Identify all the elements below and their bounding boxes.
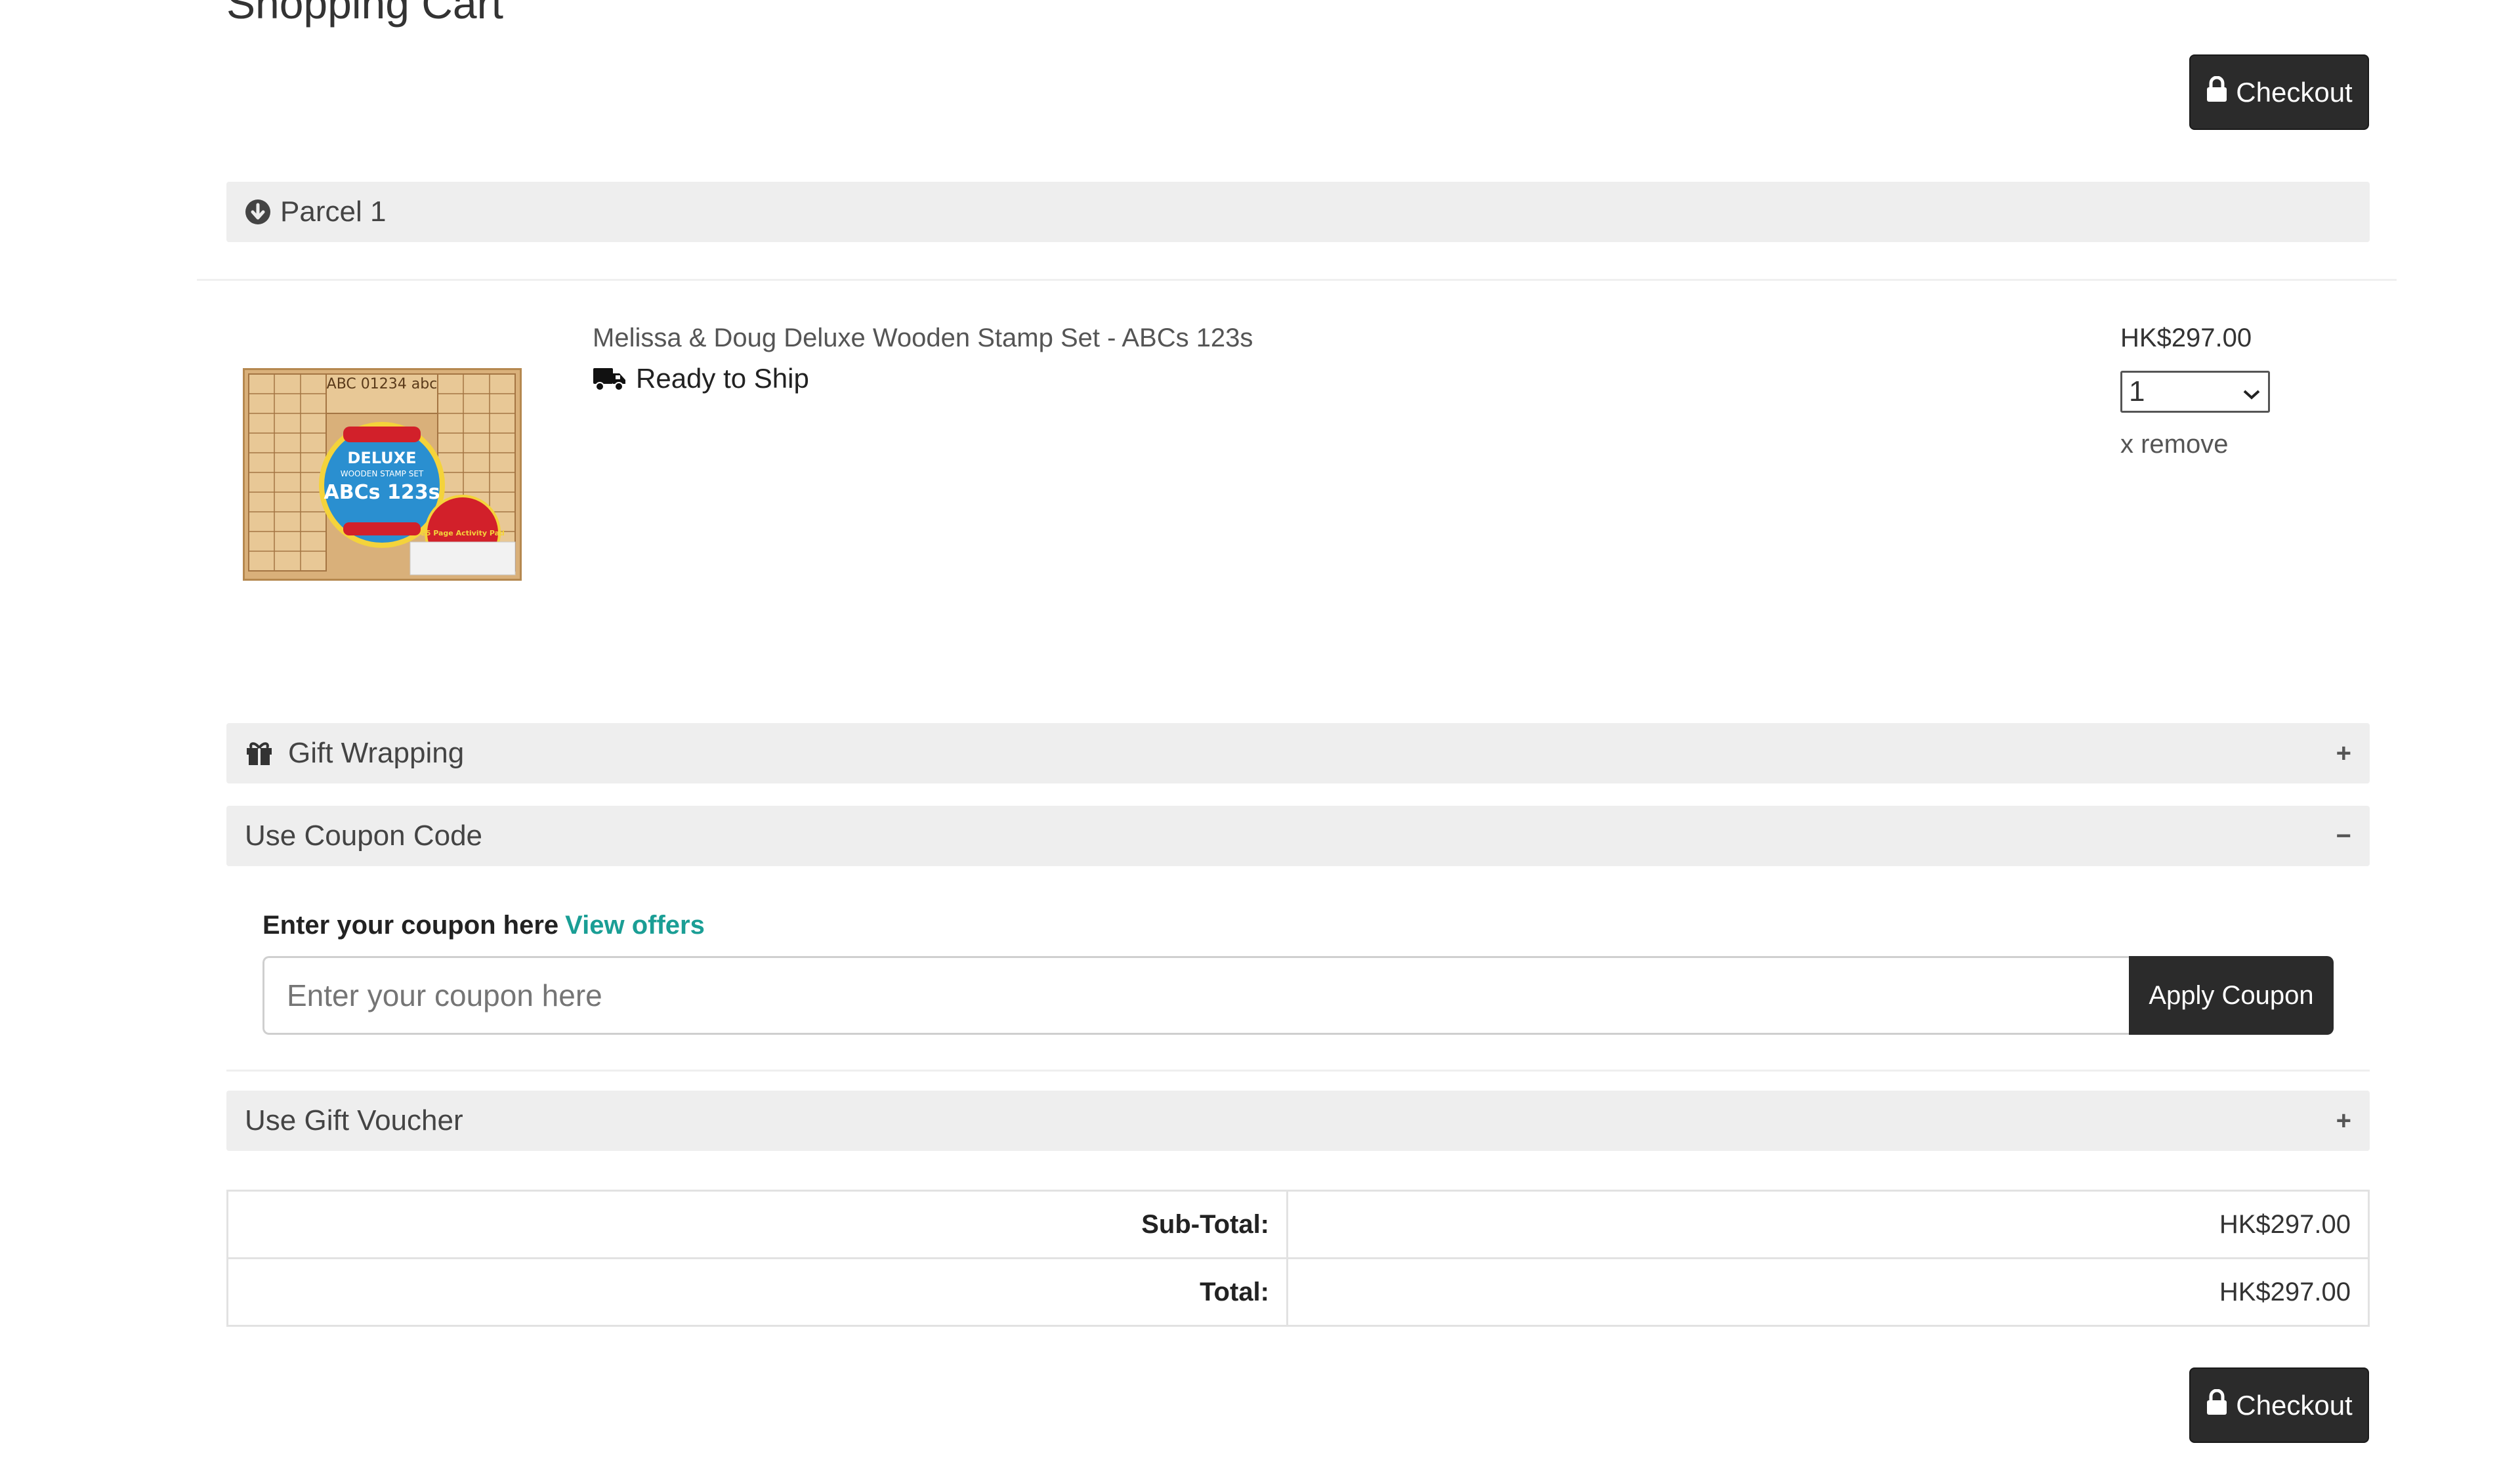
circle-arrow-down-icon <box>245 199 271 225</box>
lock-icon <box>2206 1388 2228 1422</box>
total-value: HK$297.00 <box>1286 1257 2370 1327</box>
gift-wrapping-label: Gift Wrapping <box>288 737 465 769</box>
expand-icon[interactable]: + <box>2336 739 2351 768</box>
collapse-icon[interactable]: − <box>2336 822 2351 851</box>
total-label: Total: <box>226 1257 1288 1327</box>
coupon-header[interactable]: Use Coupon Code − <box>226 806 2370 866</box>
product-name-link[interactable]: Melissa & Doug Deluxe Wooden Stamp Set -… <box>593 323 1253 353</box>
subtotal-value: HK$297.00 <box>1286 1190 2370 1259</box>
subtotal-label: Sub-Total: <box>226 1190 1288 1259</box>
image-badge-main: ABCs 123s <box>324 481 440 504</box>
product-image[interactable]: ABC 01234 abc DELUXE WOODEN STAMP SET AB… <box>243 368 522 581</box>
divider <box>226 1070 2370 1072</box>
gift-voucher-label: Use Gift Voucher <box>245 1104 463 1137</box>
truck-icon <box>593 365 627 392</box>
table-row: Total: HK$297.00 <box>226 1257 2370 1327</box>
view-offers-link[interactable]: View offers <box>565 911 705 940</box>
page-title: Shopping Cart <box>226 0 503 28</box>
shipping-status: Ready to Ship <box>593 363 809 394</box>
image-badge-subtitle: WOODEN STAMP SET <box>341 469 424 478</box>
image-badge-title: DELUXE <box>347 449 416 467</box>
checkout-label: Checkout <box>2236 76 2353 108</box>
checkout-button-bottom[interactable]: Checkout <box>2189 1367 2369 1443</box>
gift-voucher-header[interactable]: Use Gift Voucher + <box>226 1091 2370 1151</box>
image-pad-text: 25 Page Activity Pad <box>421 529 505 537</box>
expand-icon[interactable]: + <box>2336 1106 2351 1136</box>
coupon-input[interactable] <box>262 956 2130 1035</box>
shipping-status-label: Ready to Ship <box>636 363 809 394</box>
parcel-header[interactable]: Parcel 1 <box>226 182 2370 242</box>
table-row: Sub-Total: HK$297.00 <box>226 1190 2370 1259</box>
chevron-down-icon <box>2242 375 2261 408</box>
coupon-prompt-text: Enter your coupon here <box>262 911 559 940</box>
gift-icon <box>245 740 274 766</box>
lock-icon <box>2206 75 2228 109</box>
totals-table: Sub-Total: HK$297.00 Total: HK$297.00 <box>226 1190 2370 1327</box>
gift-wrapping-header[interactable]: Gift Wrapping + <box>226 723 2370 783</box>
parcel-label: Parcel 1 <box>280 196 387 228</box>
checkout-button-top[interactable]: Checkout <box>2189 54 2369 130</box>
item-price: HK$297.00 <box>2120 323 2252 352</box>
checkout-label: Checkout <box>2236 1389 2353 1421</box>
coupon-header-label: Use Coupon Code <box>245 820 483 852</box>
apply-coupon-button[interactable]: Apply Coupon <box>2129 956 2334 1035</box>
shopping-cart-page: Shopping Cart Checkout Parcel 1 ABC 0123… <box>0 0 2520 1460</box>
remove-item-link[interactable]: x remove <box>2120 430 2229 459</box>
image-top-letters: ABC 01234 abc <box>327 376 438 392</box>
quantity-value: 1 <box>2129 375 2145 407</box>
coupon-prompt: Enter your coupon here View offers <box>262 911 705 940</box>
divider <box>197 279 2397 281</box>
quantity-select[interactable]: 1 <box>2120 371 2270 413</box>
